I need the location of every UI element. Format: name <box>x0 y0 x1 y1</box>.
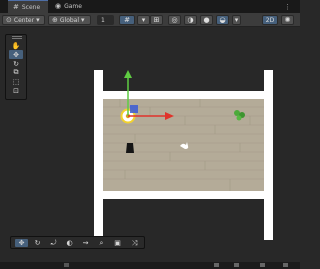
drag-handle[interactable] <box>12 36 22 39</box>
transform-icon: ⊡ <box>13 86 19 95</box>
cone-prop[interactable] <box>126 143 134 153</box>
grid-icon: # <box>124 16 130 24</box>
tools-panel: ✋ ✥ ↻ ⧉ ⬚ ⊡ <box>5 34 27 100</box>
hand-icon: ✋ <box>11 41 21 50</box>
game-controller-icon: ◉ <box>55 2 62 10</box>
rotate-tool-button[interactable]: ↻ <box>9 59 23 68</box>
overlay-toolbar: ✥ ↻ ⤾ ◐ ⇝ ⌕ ▣ ⤨ <box>10 236 145 249</box>
overlay-camera-button[interactable]: ▣ <box>111 239 124 247</box>
bottom-wall[interactable] <box>103 191 264 199</box>
pivot-dropdown[interactable]: ⊙ Center ▾ <box>2 15 45 25</box>
status-console-icon <box>283 263 288 267</box>
snap-value-field[interactable]: 1 <box>97 15 114 25</box>
rotate-icon: ↻ <box>13 59 19 68</box>
globe-icon: ⊕ <box>52 15 58 24</box>
left-wall[interactable] <box>94 70 103 240</box>
move-tool-button[interactable]: ✥ <box>9 50 23 59</box>
status-indicator-icon <box>64 263 69 267</box>
mode-2d-label: 2D <box>265 16 275 24</box>
zoom-icon: ⌕ <box>99 238 104 247</box>
chevron-down-icon: ▾ <box>234 16 239 24</box>
lit-sphere-icon: ◒ <box>219 16 226 24</box>
snap-increment-button[interactable]: ⊞ <box>150 15 163 25</box>
tab-game-label: Game <box>64 3 82 10</box>
half-sphere-icon: ◑ <box>187 16 194 24</box>
right-wall[interactable] <box>264 70 273 240</box>
overlay-zoom-button[interactable]: ⌕ <box>95 239 108 247</box>
shading-shaded-wire-button[interactable]: ◑ <box>184 15 197 25</box>
mode-2d-button[interactable]: 2D <box>262 15 278 25</box>
overlay-rotate-button[interactable]: ↻ <box>31 239 44 247</box>
pivot-label: Center <box>13 16 35 24</box>
rotate-tool-icon: ↻ <box>34 239 41 247</box>
space-dropdown[interactable]: ⊕ Global ▾ <box>48 15 91 25</box>
shading-options-button[interactable]: ▾ <box>232 15 241 25</box>
space-label: Global <box>59 16 80 24</box>
light-bulb-icon: ✺ <box>284 16 291 24</box>
chevron-down-icon: ▾ <box>141 16 146 24</box>
status-bar <box>0 262 300 269</box>
chevron-down-icon: ▾ <box>36 15 40 24</box>
top-wall[interactable] <box>103 91 264 99</box>
tab-bar: # Scene ◉ Game ⋮ <box>0 0 300 13</box>
transform-tool-button[interactable]: ⊡ <box>9 86 23 95</box>
move-tool-icon: ✥ <box>18 239 25 247</box>
grid-snap-button[interactable]: # <box>119 15 135 25</box>
gizmo-xy-plane-handle[interactable] <box>130 105 138 113</box>
overlay-shuffle-button[interactable]: ⤨ <box>128 239 141 247</box>
chevron-down-icon: ▾ <box>81 15 85 24</box>
scene-viewport[interactable] <box>0 27 300 262</box>
shading-shaded-button[interactable]: ● <box>200 15 213 25</box>
tab-menu-icon[interactable]: ⋮ <box>284 3 291 11</box>
camera-icon: ▣ <box>114 239 121 247</box>
pivot-icon: ⊙ <box>6 15 12 24</box>
lighting-toggle-button[interactable]: ✺ <box>281 15 294 25</box>
ruler-icon: ⊞ <box>153 16 160 24</box>
scene-hash-icon: # <box>13 2 19 11</box>
shading-wireframe-button[interactable]: ◎ <box>168 15 181 25</box>
overlay-path-button[interactable]: ⇝ <box>79 239 92 247</box>
scene-toolbar: ⊙ Center ▾ ⊕ Global ▾ 1 # ▾ ⊞ ◎ ◑ ● ◒ ▾ … <box>0 13 300 27</box>
snap-value: 1 <box>101 16 105 24</box>
shading-lit-button[interactable]: ◒ <box>216 15 229 25</box>
overlay-move-button[interactable]: ✥ <box>15 239 28 247</box>
path-icon: ⇝ <box>82 239 89 247</box>
shuffle-icon: ⤨ <box>131 238 138 247</box>
orbit-icon: ⤾ <box>50 238 57 247</box>
tab-scene-label: Scene <box>21 3 41 11</box>
rect-icon: ⬚ <box>12 77 20 86</box>
solid-sphere-icon: ● <box>203 16 210 24</box>
tab-game[interactable]: ◉ Game <box>50 0 88 13</box>
wire-sphere-icon: ◎ <box>171 16 178 24</box>
move-icon: ✥ <box>13 50 19 59</box>
hand-tool-button[interactable]: ✋ <box>9 41 23 50</box>
scale-tool-button[interactable]: ⧉ <box>9 68 23 77</box>
overlay-sphere-button[interactable]: ◐ <box>63 239 76 247</box>
status-warning-icon <box>214 263 219 267</box>
overlay-orbit-button[interactable]: ⤾ <box>47 239 60 247</box>
grid-options-button[interactable]: ▾ <box>137 15 150 25</box>
tab-scene[interactable]: # Scene <box>8 0 48 13</box>
sphere-icon: ◐ <box>66 239 73 247</box>
rect-tool-button[interactable]: ⬚ <box>9 77 23 86</box>
scale-icon: ⧉ <box>13 68 19 76</box>
status-info-icon <box>260 263 265 267</box>
status-error-icon <box>234 263 239 267</box>
